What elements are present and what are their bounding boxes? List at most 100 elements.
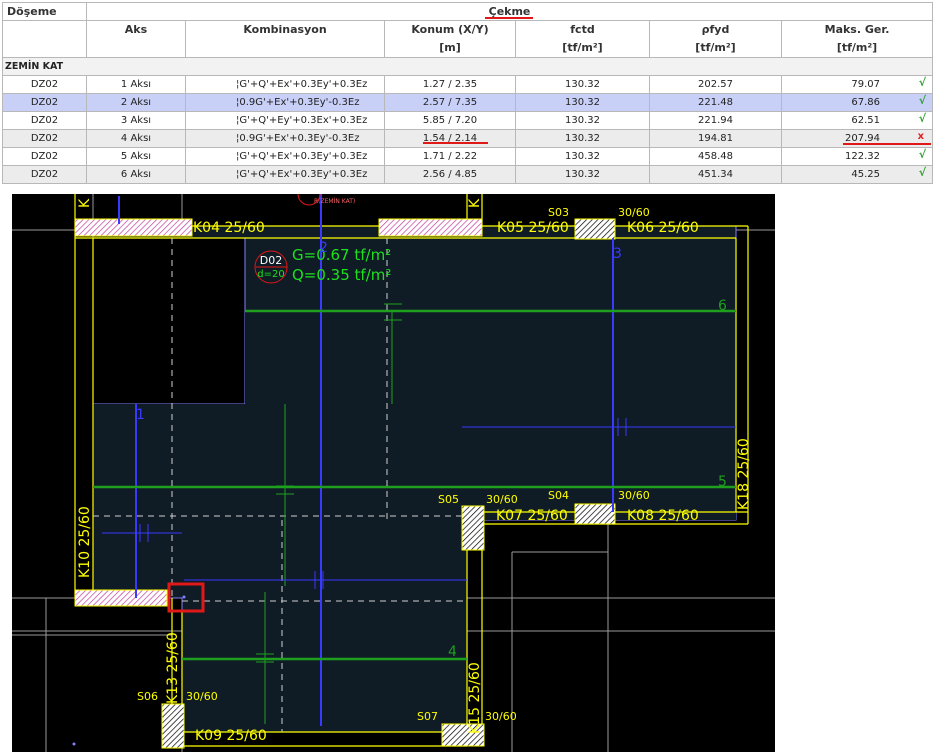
table-row[interactable]: DZ02 1 Aksı ¦G'+Q'+Ex'+0.3Ey'+0.3Ez 1.27 / … [2, 75, 934, 94]
plan-drawing: R(ZEMİN KAT) D02 d=20 G=0.67 tf/m² Q=0.3… [12, 194, 775, 752]
cell-maks: 79.07 √ [780, 75, 934, 94]
table-row[interactable]: DZ02 2 Aksı ¦0.9G'+Ex'+0.3Ey'-0.3Ez 2.57 / … [2, 93, 934, 112]
cell-maks: 67.86 √ [780, 93, 934, 112]
cell-pfyd-value: 451.34 [698, 169, 733, 180]
col-pfyd-unit: [tf/m²] [695, 41, 736, 54]
cell-doseme-value: DZ02 [30, 169, 59, 180]
cell-pfyd: 202.57 [649, 75, 782, 94]
cell-kombinasyon-value: ¦G'+Q'+Ex'+0.3Ey'+0.3Ez [236, 169, 368, 180]
col-kombinasyon[interactable]: Kombinasyon [185, 20, 385, 58]
snap-point-icon [72, 742, 76, 746]
cell-aks-value: 1 Aksı [120, 79, 152, 90]
table-row[interactable]: DZ02 5 Aksı ¦G'+Q'+Ex'+0.3Ey'+0.3Ez 1.71 / … [2, 147, 934, 166]
beam-k18[interactable]: K18 25/60 [736, 438, 752, 510]
cell-aks: 2 Aksı [86, 93, 186, 112]
group-header-row: Döşeme Çekme [2, 2, 934, 21]
slab-label[interactable]: D02 [260, 254, 282, 267]
cell-konum: 1.54 / 2.14 [384, 129, 516, 148]
beam-k06[interactable]: K06 25/60 [627, 220, 699, 236]
cell-aks-value: 2 Aksı [120, 97, 152, 108]
cell-doseme: DZ02 [2, 165, 87, 184]
column-size-s03: 30/60 [618, 206, 650, 219]
cell-kombinasyon-value: ¦0.9G'+Ex'+0.3Ey'-0.3Ez [236, 97, 360, 108]
cell-pfyd-value: 221.48 [698, 97, 733, 108]
cell-pfyd-value: 221.94 [698, 115, 733, 126]
beam-k04[interactable]: K04 25/60 [193, 220, 265, 236]
load-g: G=0.67 tf/m² [292, 246, 391, 264]
axis-2: 2 [319, 240, 328, 256]
col-doseme[interactable]: Döşeme [2, 2, 87, 21]
cell-pfyd-value: 202.57 [698, 79, 733, 90]
cell-doseme-value: DZ02 [30, 133, 59, 144]
table-row[interactable]: DZ02 4 Aksı ¦0.9G'+Ex'+0.3Ey'-0.3Ez 1.54 / … [2, 129, 934, 148]
cell-konum-value: 1.27 / 2.35 [422, 79, 478, 90]
cell-pfyd: 458.48 [649, 147, 782, 166]
column-s04[interactable] [574, 503, 616, 525]
cad-plan-view[interactable]: R(ZEMİN KAT) D02 d=20 G=0.67 tf/m² Q=0.3… [12, 194, 775, 752]
cell-fctd-value: 130.32 [565, 115, 600, 126]
column-label-s03: S03 [548, 206, 569, 219]
beam-k08[interactable]: K08 25/60 [627, 508, 699, 524]
column-s06[interactable] [161, 703, 185, 749]
col-konum[interactable]: Konum (X/Y) [m] [384, 20, 516, 58]
axis-6: 6 [718, 298, 727, 314]
col-aks[interactable]: Aks [86, 20, 186, 58]
section-label: ZEMİN KAT [1, 57, 934, 76]
cell-pfyd: 221.48 [649, 93, 782, 112]
cell-fctd-value: 130.32 [565, 151, 600, 162]
column-s01[interactable] [74, 218, 193, 237]
col-pfyd[interactable]: ρfyd [tf/m²] [649, 20, 782, 58]
load-q: Q=0.35 tf/m² [292, 266, 391, 284]
col-fctd-unit: [tf/m²] [562, 41, 603, 54]
cell-fctd-value: 130.32 [565, 133, 600, 144]
table-row[interactable]: DZ02 3 Aksı ¦G'+Q'+Ey'+0.3Ex'+0.3Ez 5.85 / … [2, 111, 934, 130]
cell-pfyd: 221.94 [649, 111, 782, 130]
beam-k15[interactable]: K15 25/60 [467, 662, 483, 734]
cell-konum: 1.71 / 2.22 [384, 147, 516, 166]
column-s-left[interactable] [74, 589, 168, 607]
beam-k07[interactable]: K07 25/60 [496, 508, 568, 524]
cell-doseme: DZ02 [2, 129, 87, 148]
cell-konum-value: 2.57 / 7.35 [422, 97, 478, 108]
cell-konum-value: 2.56 / 4.85 [422, 169, 478, 180]
axis-4: 4 [448, 644, 457, 660]
floor-tag: R(ZEMİN KAT) [314, 198, 355, 205]
cell-kombinasyon-value: ¦G'+Q'+Ex'+0.3Ey'+0.3Ez [236, 151, 368, 162]
cell-kombinasyon: ¦G'+Q'+Ex'+0.3Ey'+0.3Ez [185, 75, 385, 94]
table-row[interactable]: DZ02 6 Aksı ¦G'+Q'+Ex'+0.3Ey'+0.3Ez 2.56 / … [2, 165, 934, 184]
cell-aks-value: 3 Aksı [120, 115, 152, 126]
column-s02[interactable] [378, 218, 483, 237]
cell-konum: 5.85 / 7.20 [384, 111, 516, 130]
col-maks[interactable]: Maks. Ger. [tf/m²] [780, 20, 934, 58]
col-maks-label: Maks. Ger. [824, 23, 890, 36]
check-icon: √ [918, 148, 927, 162]
cell-fctd: 130.32 [515, 93, 650, 112]
cell-pfyd: 451.34 [649, 165, 782, 184]
cell-maks: 62.51 √ [780, 111, 934, 130]
column-s03[interactable] [574, 218, 616, 240]
column-size-s04: 30/60 [618, 489, 650, 502]
col-maks-unit: [tf/m²] [836, 41, 878, 54]
column-size-s05: 30/60 [486, 493, 518, 506]
cell-konum: 2.57 / 7.35 [384, 93, 516, 112]
cell-konum: 1.27 / 2.35 [384, 75, 516, 94]
beam-k05[interactable]: K05 25/60 [497, 220, 569, 236]
beam-k13[interactable]: K13 25/60 [165, 632, 181, 704]
column-header-row: Aks Kombinasyon Konum (X/Y) [m] fctd [tf/m… [2, 20, 934, 58]
section-row: ZEMİN KAT [1, 57, 934, 76]
column-size-s06: 30/60 [186, 690, 218, 703]
cell-maks-value: 79.07 [851, 79, 881, 90]
cell-konum-value: 5.85 / 7.20 [422, 115, 478, 126]
cell-fctd: 130.32 [515, 147, 650, 166]
critical-point-icon [182, 595, 186, 599]
col-fctd[interactable]: fctd [tf/m²] [515, 20, 650, 58]
check-icon: √ [918, 112, 927, 126]
cell-maks: 45.25 √ [780, 165, 934, 184]
cell-aks: 4 Aksı [86, 129, 186, 148]
beam-k09[interactable]: K09 25/60 [195, 728, 267, 744]
slab-thickness: d=20 [257, 269, 284, 280]
check-icon: √ [918, 94, 927, 108]
column-s05[interactable] [461, 505, 485, 551]
check-icon: √ [918, 76, 927, 90]
beam-k10[interactable]: K10 25/60 [77, 506, 93, 578]
